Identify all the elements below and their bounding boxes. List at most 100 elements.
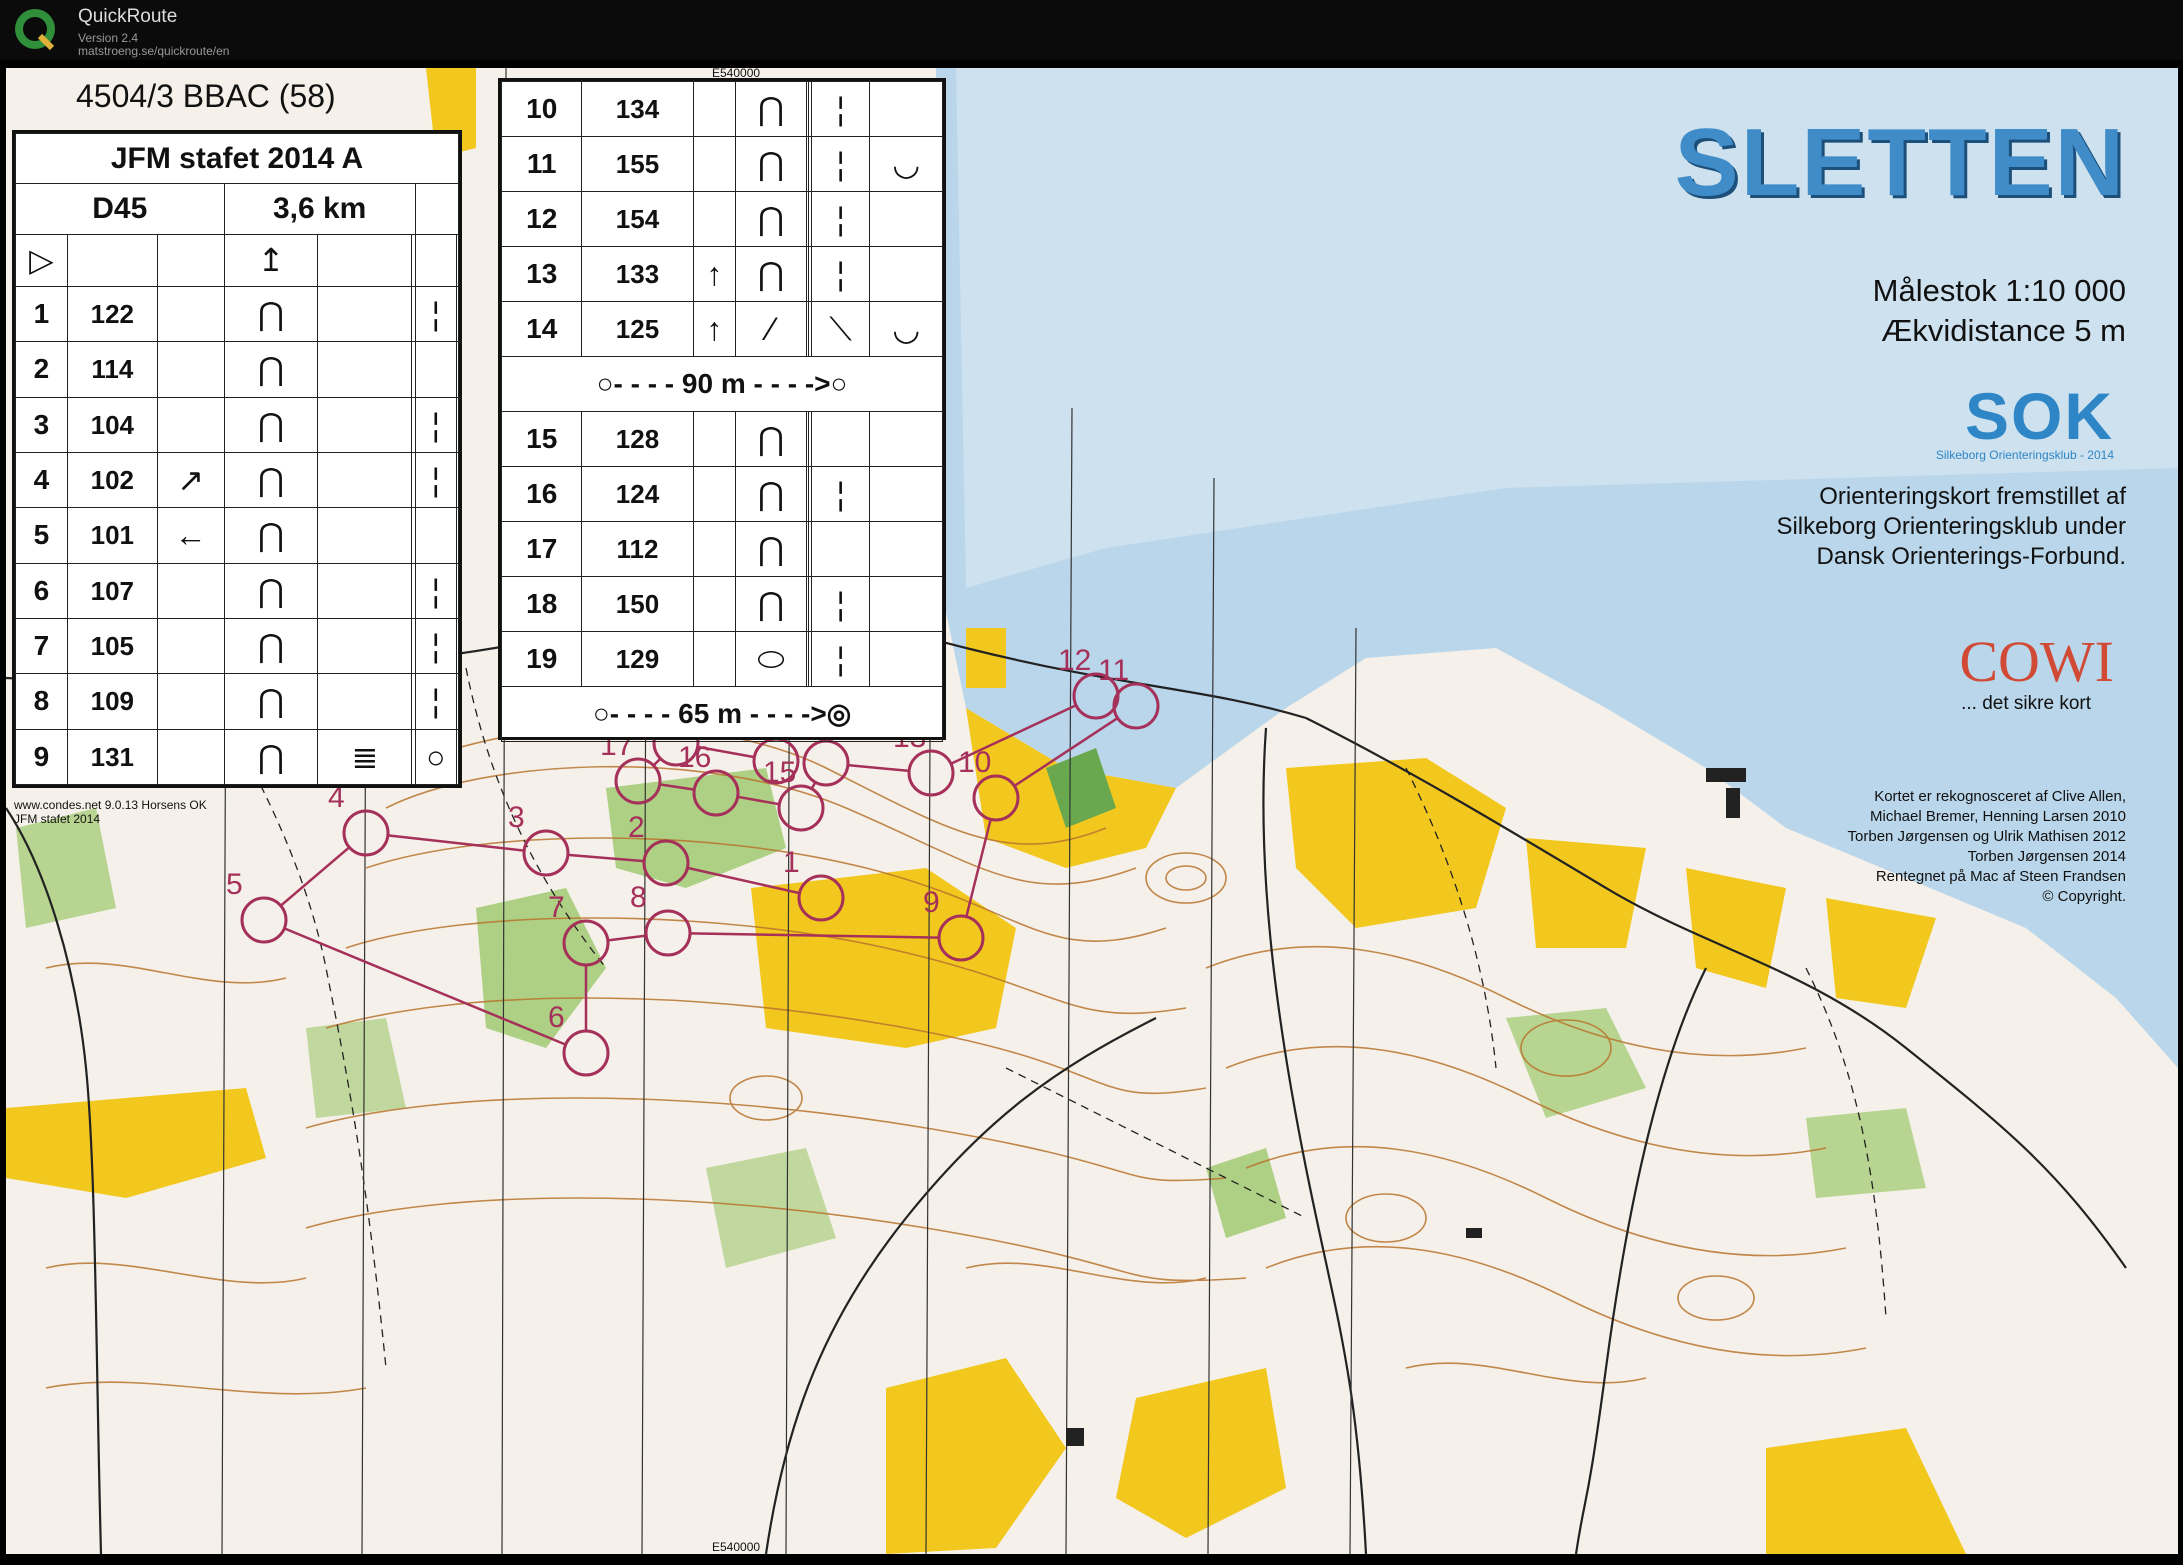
direction-n-icon: ↑ (692, 301, 737, 357)
feature-symbol-icon: ⋂ (735, 246, 807, 302)
feature-symbol-icon: ⋂ (223, 728, 319, 786)
credit-line: Kortet er rekognosceret af Clive Allen, (1874, 788, 2126, 805)
control-number: 7 (548, 891, 565, 924)
feature-symbol-icon: ⋂ (735, 81, 807, 137)
feature-symbol-icon: ⋂ (223, 451, 319, 509)
feature-symbol-icon: ⋂ (735, 411, 807, 467)
sponsor-tagline: ... det sikre kort (1961, 693, 2091, 714)
refreshment-icon: ◡ (869, 301, 943, 357)
feature-symbol-icon: ⋂ (223, 673, 319, 730)
map-legend: SLETTEN Målestok 1:10 000 Ækvidistance 5… (1596, 108, 2166, 908)
credit-line: Torben Jørgensen og Ulrik Mathisen 2012 (1847, 828, 2126, 845)
org-line: Dansk Orienterings-Forbund. (1816, 543, 2126, 570)
class-name: D45 (15, 183, 225, 235)
refreshment-icon: ◡ (869, 136, 943, 192)
side-symbol-icon: ¦ (810, 246, 871, 302)
control-number: 16 (678, 741, 711, 774)
feature-symbol-icon: ⋂ (735, 576, 807, 632)
feature-symbol-icon: ⋂ (735, 521, 807, 577)
app-version: Version 2.4 (78, 31, 139, 45)
open-land (1766, 1428, 1966, 1554)
credit-line: Rentegnet på Mac af Steen Frandsen (1875, 868, 2126, 885)
feature-symbol-icon: ⋂ (223, 562, 319, 619)
control-number: 9 (923, 886, 940, 919)
quickroute-logo-icon (15, 9, 55, 51)
vegetation (1806, 1108, 1926, 1198)
side-symbol-icon: ¦ (414, 673, 457, 730)
open-land (886, 1358, 1066, 1554)
course-leg (607, 934, 647, 942)
org-line: Orienteringskort fremstillet af (1819, 483, 2126, 510)
app-name: QuickRoute (78, 6, 178, 27)
start-triangle-icon: ▷ (15, 233, 68, 287)
taped-route-65: ○- - - - 65 m - - - ->◎ (501, 686, 943, 742)
open-land (1116, 1368, 1286, 1538)
print-info-line: www.condes.net 9.0.13 Horsens OK (14, 798, 207, 812)
direction-arrow-icon: ↥ (223, 233, 319, 287)
credit-line: Michael Bremer, Henning Larsen 2010 (1870, 808, 2126, 825)
vegetation (1206, 1148, 1286, 1238)
control-circle[interactable] (802, 739, 850, 787)
control-circle[interactable] (907, 749, 955, 797)
side-symbol-icon: ¦ (810, 136, 871, 192)
map-scale: Målestok 1:10 000 (1872, 273, 2126, 308)
side-symbol-icon: ¦ (810, 576, 871, 632)
course-id: 4504/3 BBAC (58) (76, 78, 336, 114)
org-line: Silkeborg Orienteringsklub under (1776, 513, 2126, 540)
feature-symbol-icon: ⋂ (735, 191, 807, 247)
control-circle[interactable] (240, 896, 288, 944)
feature-symbol-icon: ⋂ (223, 617, 319, 675)
side-symbol-icon: ¦ (414, 451, 457, 509)
taped-route-90: ○- - - - 90 m - - - ->○ (501, 356, 943, 412)
course-leg (279, 846, 351, 907)
course-leg (847, 763, 910, 773)
app-title-bar: QuickRoute Version 2.4 matstroeng.se/qui… (0, 0, 2183, 60)
control-circle[interactable] (342, 809, 390, 857)
feature-symbol-icon: ⋂ (223, 285, 319, 343)
club-logo: SOK (1964, 379, 2114, 453)
open-land (966, 628, 1006, 688)
side-symbol-icon: ¦ (414, 285, 457, 343)
vegetation (16, 808, 116, 928)
control-number: 8 (630, 881, 647, 914)
credit-line: © Copyright. (2042, 888, 2126, 905)
direction-ne-icon: ↗ (156, 451, 225, 509)
side-symbol-icon: ¦ (810, 191, 871, 247)
feature-symbol-icon: ⋂ (735, 466, 807, 522)
side-symbol-icon: ⟍ (810, 301, 871, 357)
path-symbol-icon: ⁄ (735, 301, 807, 357)
feature-symbol-icon: ⋂ (735, 136, 807, 192)
control-number: 10 (958, 746, 991, 779)
open-land (1286, 758, 1506, 928)
side-symbol-icon: ¦ (414, 396, 457, 453)
feature-symbol-icon: ⋂ (223, 507, 319, 564)
side-symbol-icon: ¦ (414, 562, 457, 619)
earth-bank-icon: ≣ (317, 728, 413, 786)
side-symbol-icon: ¦ (810, 631, 871, 687)
control-description-table-a: JFM stafet 2014 A D45 3,6 km ▷ ↥ 1 122 ⋂ ¦ … (12, 130, 462, 788)
club-name: Silkeborg Orienteringsklub - 2014 (1935, 448, 2114, 462)
contour-interval: Ækvidistance 5 m (1881, 313, 2126, 348)
boulder-symbol-icon: ⬭ (735, 631, 807, 687)
credit-line: Torben Jørgensen 2014 (1967, 848, 2126, 865)
side-symbol-icon: ¦ (810, 81, 871, 137)
control-number: 2 (628, 811, 645, 844)
control-circle[interactable] (644, 909, 692, 957)
orienteering-map[interactable]: 12345678910111213141516171819 4504/3 BBA… (6, 68, 2178, 1554)
open-land (751, 868, 1016, 1048)
control-number: 12 (1058, 644, 1091, 677)
app-url[interactable]: matstroeng.se/quickroute/en (78, 44, 229, 58)
print-info-line: JFM stafet 2014 (14, 812, 101, 826)
event-name: JFM stafet 2014 A (15, 132, 459, 185)
open-land (6, 1088, 266, 1198)
side-symbol-icon: ¦ (414, 617, 457, 675)
vegetation (306, 1018, 406, 1118)
grid-label-bottom: E540000 (712, 1540, 761, 1554)
feature-symbol-icon: ⋂ (223, 396, 319, 453)
sponsor-logo: COWI (1959, 629, 2114, 694)
control-number: 1 (783, 846, 800, 879)
direction-n-icon: ↑ (692, 246, 737, 302)
control-circle[interactable] (562, 1029, 610, 1077)
direction-w-icon: ← (156, 507, 225, 564)
open-land (1826, 898, 1936, 1008)
